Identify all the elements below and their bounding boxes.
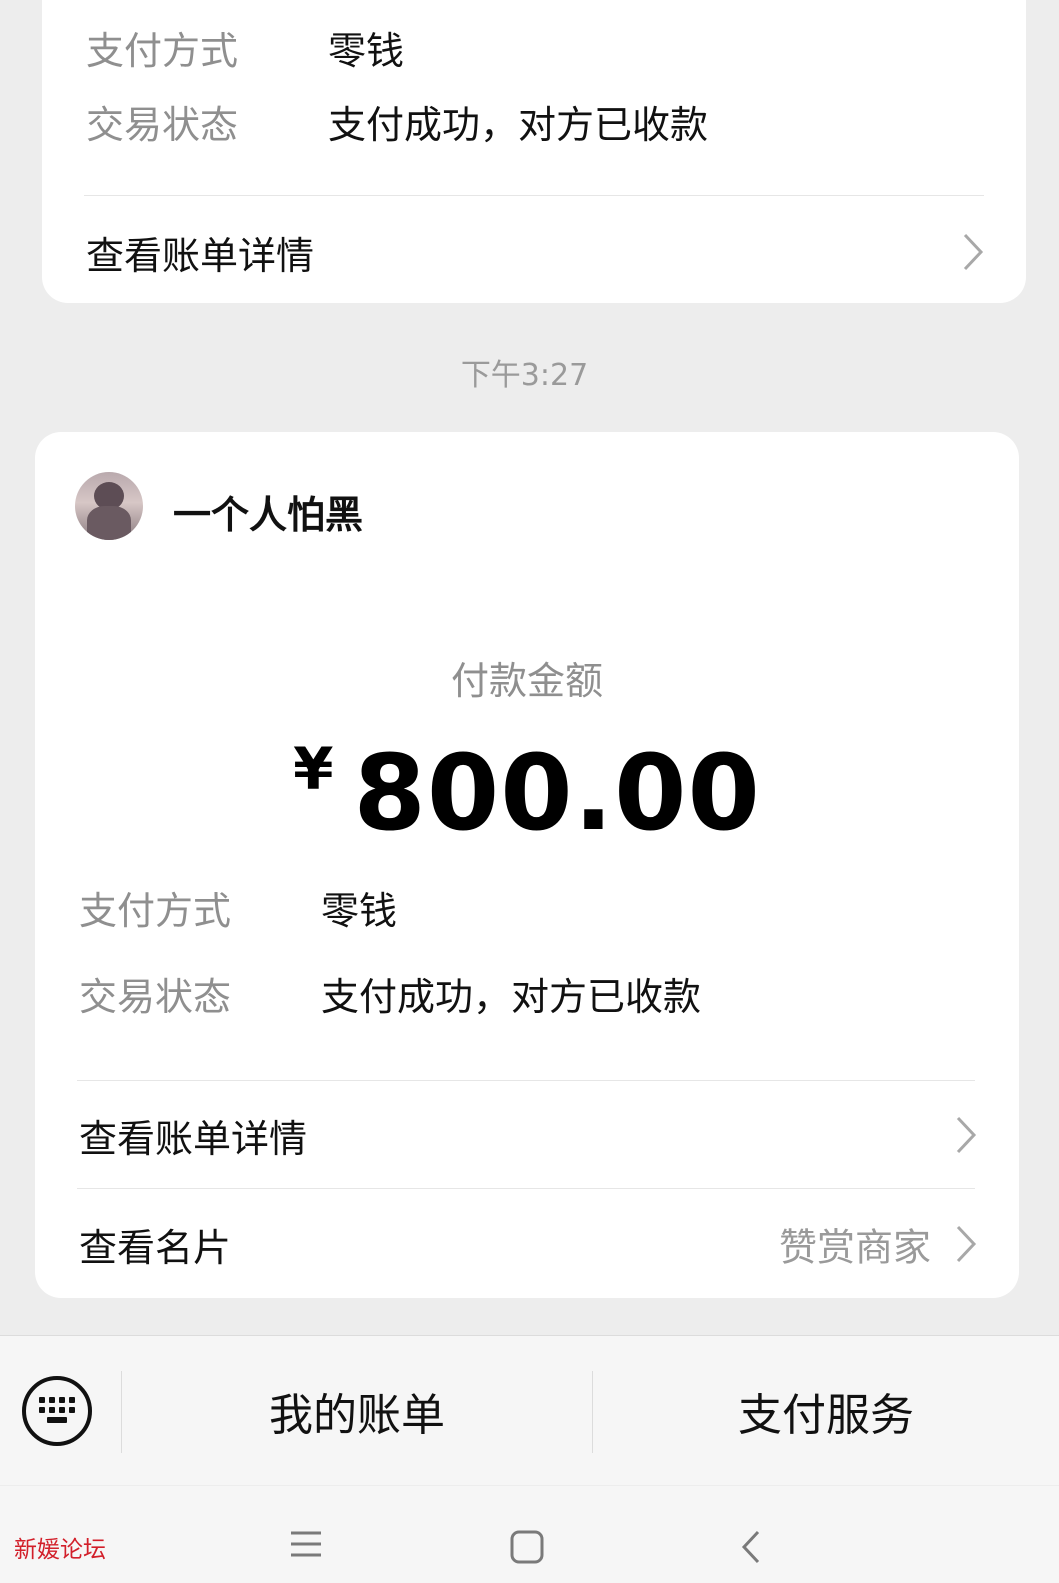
view-bill-details-label: 查看账单详情 <box>79 1116 308 1161</box>
home-icon[interactable] <box>510 1530 544 1568</box>
payment-method-label: 支付方式 <box>86 29 239 73</box>
my-bills-button[interactable]: 我的账单 <box>122 1336 592 1486</box>
transaction-status-label: 交易状态 <box>79 975 232 1019</box>
view-business-card-row[interactable]: 查看名片 赞赏商家 <box>79 1194 977 1294</box>
payment-method-label: 支付方式 <box>79 889 232 933</box>
view-business-card-label: 查看名片 <box>79 1225 232 1270</box>
divider <box>77 1080 975 1081</box>
amount-value: 800.00 <box>353 732 761 854</box>
back-icon[interactable] <box>740 1530 762 1568</box>
message-timestamp: 下午3:27 <box>460 358 589 393</box>
currency-symbol: ¥ <box>293 735 334 803</box>
view-bill-details-row[interactable]: 查看账单详情 <box>86 202 984 302</box>
view-bill-details-row[interactable]: 查看账单详情 <box>79 1085 977 1185</box>
payment-services-button[interactable]: 支付服务 <box>593 1336 1059 1486</box>
payment-method-value: 零钱 <box>328 29 405 73</box>
amount-label: 付款金额 <box>450 659 603 703</box>
menu-icon[interactable] <box>290 1530 322 1562</box>
system-navigation-bar: 新媛论坛 <box>0 1486 1059 1583</box>
keyboard-icon[interactable] <box>22 1376 92 1446</box>
payment-amount: ¥800.00 <box>35 732 1019 854</box>
divider <box>84 195 984 196</box>
chevron-right-icon <box>962 232 984 272</box>
watermark: 新媛论坛 <box>14 1537 106 1563</box>
bottom-menu-bar: 我的账单 支付服务 <box>0 1335 1059 1485</box>
chevron-right-icon <box>955 1115 977 1155</box>
chevron-right-icon <box>955 1224 977 1264</box>
payee-name[interactable]: 一个人怕黑 <box>173 484 363 539</box>
payment-card-previous: 支付方式 零钱 交易状态 支付成功，对方已收款 查看账单详情 <box>42 0 1026 303</box>
payment-method-value: 零钱 <box>321 889 398 933</box>
view-bill-details-label: 查看账单详情 <box>86 233 315 278</box>
avatar[interactable] <box>75 472 143 540</box>
reward-merchant-label: 赞赏商家 <box>778 1225 931 1270</box>
divider <box>77 1188 975 1189</box>
payment-card: 一个人怕黑 付款金额 ¥800.00 支付方式 零钱 交易状态 支付成功，对方已… <box>35 432 1019 1298</box>
transaction-status-value: 支付成功，对方已收款 <box>328 103 709 147</box>
transaction-status-label: 交易状态 <box>86 103 239 147</box>
transaction-status-value: 支付成功，对方已收款 <box>321 975 702 1019</box>
payment-chat-screen: 支付方式 零钱 交易状态 支付成功，对方已收款 查看账单详情 下午3:27 一个… <box>0 0 1059 1583</box>
